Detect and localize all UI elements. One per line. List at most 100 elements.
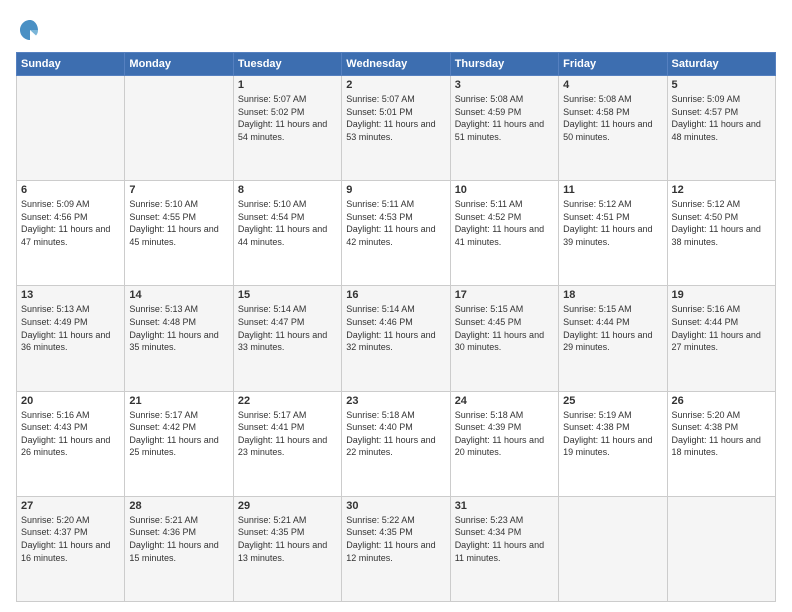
calendar-cell: 16 Sunrise: 5:14 AM Sunset: 4:46 PM Dayli… — [342, 286, 450, 391]
day-number: 6 — [21, 184, 120, 196]
calendar-cell: 11Sunrise: 5:12 AM Sunset: 4:51 PM Dayli… — [559, 181, 667, 286]
day-info: Sunrise: 5:23 AM Sunset: 4:34 PM Dayligh… — [455, 514, 554, 564]
day-number: 5 — [672, 79, 771, 91]
logo — [16, 16, 46, 44]
day-number: 4 — [563, 79, 662, 91]
calendar-header-row: SundayMondayTuesdayWednesdayThursdayFrid… — [17, 53, 776, 76]
day-header-tuesday: Tuesday — [233, 53, 341, 76]
day-info: Sunrise: 5:21 AM Sunset: 4:35 PM Dayligh… — [238, 514, 337, 564]
day-number: 27 — [21, 500, 120, 512]
day-info: Sunrise: 5:07 AM Sunset: 5:01 PM Dayligh… — [346, 93, 445, 143]
day-header-thursday: Thursday — [450, 53, 558, 76]
calendar-week-row: 27Sunrise: 5:20 AM Sunset: 4:37 PM Dayli… — [17, 496, 776, 601]
page: SundayMondayTuesdayWednesdayThursdayFrid… — [0, 0, 792, 612]
day-info: Sunrise: 5:19 AM Sunset: 4:38 PM Dayligh… — [563, 409, 662, 459]
calendar-cell: 30 Sunrise: 5:22 AM Sunset: 4:35 PM Dayli… — [342, 496, 450, 601]
day-info: Sunrise: 5:17 AM Sunset: 4:42 PM Dayligh… — [129, 409, 228, 459]
day-info: Sunrise: 5:12 AM Sunset: 4:51 PM Dayligh… — [563, 198, 662, 248]
day-number: 8 — [238, 184, 337, 196]
day-info: Sunrise: 5:21 AM Sunset: 4:36 PM Dayligh… — [129, 514, 228, 564]
calendar-week-row: 20 Sunrise: 5:16 AM Sunset: 4:43 PM Dayli… — [17, 391, 776, 496]
header — [16, 16, 776, 44]
day-number: 12 — [672, 184, 771, 196]
day-info: Sunrise: 5:11 AM Sunset: 4:52 PM Dayligh… — [455, 198, 554, 248]
day-number: 21 — [129, 395, 228, 407]
calendar-table: SundayMondayTuesdayWednesdayThursdayFrid… — [16, 52, 776, 602]
day-info: Sunrise: 5:11 AM Sunset: 4:53 PM Dayligh… — [346, 198, 445, 248]
day-number: 18 — [563, 289, 662, 301]
calendar-cell: 9 Sunrise: 5:11 AM Sunset: 4:53 PM Daylig… — [342, 181, 450, 286]
calendar-cell: 12 Sunrise: 5:12 AM Sunset: 4:50 PM Dayli… — [667, 181, 775, 286]
day-info: Sunrise: 5:22 AM Sunset: 4:35 PM Dayligh… — [346, 514, 445, 564]
day-info: Sunrise: 5:14 AM Sunset: 4:46 PM Dayligh… — [346, 303, 445, 353]
day-number: 15 — [238, 289, 337, 301]
day-number: 30 — [346, 500, 445, 512]
calendar-cell — [125, 76, 233, 181]
calendar-cell: 6 Sunrise: 5:09 AM Sunset: 4:56 PM Daylig… — [17, 181, 125, 286]
calendar-cell: 1 Sunrise: 5:07 AM Sunset: 5:02 PM Daylig… — [233, 76, 341, 181]
day-info: Sunrise: 5:08 AM Sunset: 4:59 PM Dayligh… — [455, 93, 554, 143]
day-info: Sunrise: 5:12 AM Sunset: 4:50 PM Dayligh… — [672, 198, 771, 248]
day-number: 29 — [238, 500, 337, 512]
calendar-week-row: 1 Sunrise: 5:07 AM Sunset: 5:02 PM Daylig… — [17, 76, 776, 181]
day-number: 3 — [455, 79, 554, 91]
calendar-cell: 21 Sunrise: 5:17 AM Sunset: 4:42 PM Dayli… — [125, 391, 233, 496]
day-number: 10 — [455, 184, 554, 196]
calendar-cell: 2 Sunrise: 5:07 AM Sunset: 5:01 PM Daylig… — [342, 76, 450, 181]
day-header-friday: Friday — [559, 53, 667, 76]
day-info: Sunrise: 5:09 AM Sunset: 4:56 PM Dayligh… — [21, 198, 120, 248]
calendar-cell: 22Sunrise: 5:17 AM Sunset: 4:41 PM Dayli… — [233, 391, 341, 496]
calendar-week-row: 6 Sunrise: 5:09 AM Sunset: 4:56 PM Daylig… — [17, 181, 776, 286]
day-header-sunday: Sunday — [17, 53, 125, 76]
calendar-cell: 8 Sunrise: 5:10 AM Sunset: 4:54 PM Daylig… — [233, 181, 341, 286]
day-info: Sunrise: 5:16 AM Sunset: 4:44 PM Dayligh… — [672, 303, 771, 353]
day-info: Sunrise: 5:16 AM Sunset: 4:43 PM Dayligh… — [21, 409, 120, 459]
calendar-cell: 31 Sunrise: 5:23 AM Sunset: 4:34 PM Dayli… — [450, 496, 558, 601]
calendar-cell — [17, 76, 125, 181]
calendar-cell: 19 Sunrise: 5:16 AM Sunset: 4:44 PM Dayli… — [667, 286, 775, 391]
day-header-saturday: Saturday — [667, 53, 775, 76]
calendar-cell: 24 Sunrise: 5:18 AM Sunset: 4:39 PM Dayli… — [450, 391, 558, 496]
calendar-cell: 13 Sunrise: 5:13 AM Sunset: 4:49 PM Dayli… — [17, 286, 125, 391]
day-info: Sunrise: 5:15 AM Sunset: 4:44 PM Dayligh… — [563, 303, 662, 353]
day-number: 20 — [21, 395, 120, 407]
calendar-cell — [559, 496, 667, 601]
day-number: 24 — [455, 395, 554, 407]
calendar-cell: 14Sunrise: 5:13 AM Sunset: 4:48 PM Dayli… — [125, 286, 233, 391]
day-info: Sunrise: 5:08 AM Sunset: 4:58 PM Dayligh… — [563, 93, 662, 143]
day-number: 28 — [129, 500, 228, 512]
day-number: 16 — [346, 289, 445, 301]
day-info: Sunrise: 5:17 AM Sunset: 4:41 PM Dayligh… — [238, 409, 337, 459]
day-number: 31 — [455, 500, 554, 512]
calendar-cell: 28 Sunrise: 5:21 AM Sunset: 4:36 PM Dayli… — [125, 496, 233, 601]
logo-icon — [16, 16, 44, 44]
calendar-cell: 15 Sunrise: 5:14 AM Sunset: 4:47 PM Dayli… — [233, 286, 341, 391]
calendar-cell: 18 Sunrise: 5:15 AM Sunset: 4:44 PM Dayli… — [559, 286, 667, 391]
day-info: Sunrise: 5:18 AM Sunset: 4:39 PM Dayligh… — [455, 409, 554, 459]
calendar-cell: 20 Sunrise: 5:16 AM Sunset: 4:43 PM Dayli… — [17, 391, 125, 496]
day-number: 7 — [129, 184, 228, 196]
day-info: Sunrise: 5:09 AM Sunset: 4:57 PM Dayligh… — [672, 93, 771, 143]
day-number: 13 — [21, 289, 120, 301]
day-info: Sunrise: 5:14 AM Sunset: 4:47 PM Dayligh… — [238, 303, 337, 353]
day-info: Sunrise: 5:20 AM Sunset: 4:38 PM Dayligh… — [672, 409, 771, 459]
day-info: Sunrise: 5:15 AM Sunset: 4:45 PM Dayligh… — [455, 303, 554, 353]
calendar-week-row: 13 Sunrise: 5:13 AM Sunset: 4:49 PM Dayli… — [17, 286, 776, 391]
day-number: 2 — [346, 79, 445, 91]
day-info: Sunrise: 5:13 AM Sunset: 4:49 PM Dayligh… — [21, 303, 120, 353]
calendar-cell: 27Sunrise: 5:20 AM Sunset: 4:37 PM Dayli… — [17, 496, 125, 601]
day-number: 23 — [346, 395, 445, 407]
calendar-cell: 10 Sunrise: 5:11 AM Sunset: 4:52 PM Dayli… — [450, 181, 558, 286]
day-number: 9 — [346, 184, 445, 196]
calendar-cell: 26Sunrise: 5:20 AM Sunset: 4:38 PM Dayli… — [667, 391, 775, 496]
day-number: 25 — [563, 395, 662, 407]
calendar-cell: 23Sunrise: 5:18 AM Sunset: 4:40 PM Dayli… — [342, 391, 450, 496]
calendar-cell: 3 Sunrise: 5:08 AM Sunset: 4:59 PM Daylig… — [450, 76, 558, 181]
day-number: 1 — [238, 79, 337, 91]
day-header-monday: Monday — [125, 53, 233, 76]
day-info: Sunrise: 5:10 AM Sunset: 4:55 PM Dayligh… — [129, 198, 228, 248]
calendar-cell: 29 Sunrise: 5:21 AM Sunset: 4:35 PM Dayli… — [233, 496, 341, 601]
day-number: 19 — [672, 289, 771, 301]
day-info: Sunrise: 5:07 AM Sunset: 5:02 PM Dayligh… — [238, 93, 337, 143]
day-info: Sunrise: 5:10 AM Sunset: 4:54 PM Dayligh… — [238, 198, 337, 248]
